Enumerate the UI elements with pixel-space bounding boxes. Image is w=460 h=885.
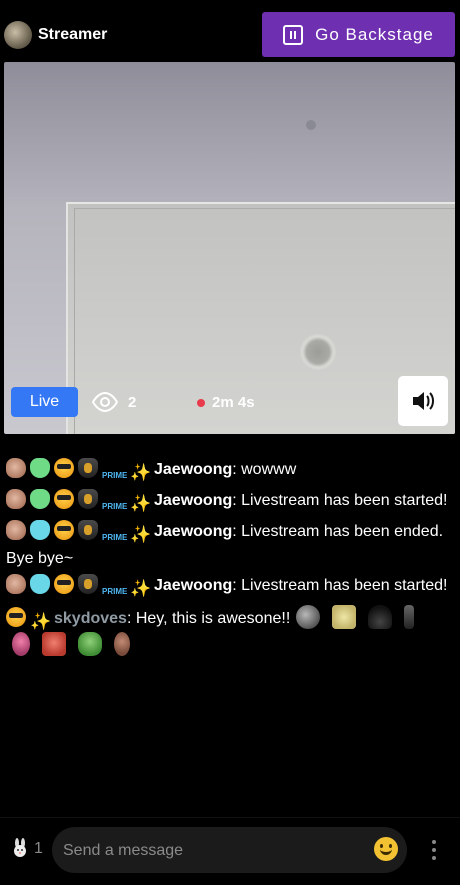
prime-badge-icon: PRIME [102, 502, 128, 511]
cool-face-badge-icon [54, 458, 74, 478]
message-input[interactable] [61, 827, 365, 875]
hand-badge-icon [6, 458, 26, 478]
bunny-icon [14, 838, 26, 857]
chat-username[interactable]: skydoves [54, 610, 127, 627]
hand-badge-icon [6, 574, 26, 594]
viewer-count: 2 [92, 392, 136, 412]
emote-icon [404, 605, 415, 629]
shield-badge-icon [78, 458, 98, 478]
recording-dot-icon [197, 398, 205, 407]
chat-message: ✨ skydoves: Hey, this is awesone!! [6, 605, 456, 657]
prime-badge-icon: PRIME [102, 533, 128, 542]
prime-badge-icon: PRIME [102, 587, 128, 596]
streamer-name: Streamer [38, 26, 108, 43]
emote-icon [78, 632, 102, 656]
speaker-icon [413, 392, 434, 410]
emote-icon [42, 632, 66, 656]
emote-icon [296, 605, 321, 629]
more-icon[interactable] [432, 840, 438, 862]
cat-badge-icon [30, 458, 50, 478]
ceiling-dot [306, 120, 316, 130]
chat-username[interactable]: Jaewoong [154, 577, 232, 594]
cat-badge-icon [30, 520, 50, 540]
streamer-avatar[interactable] [4, 21, 32, 49]
sparkle-badge-icon: ✨ [130, 525, 152, 544]
chat-text: : Hey, this is awesone!! [126, 610, 291, 627]
chat-message: PRIME ✨ Jaewoong: Livestream has been ende… [6, 520, 456, 570]
stream-duration: 2m 4s [197, 394, 255, 411]
header: Streamer Go Backstage [0, 0, 460, 62]
ceiling-sensor [300, 334, 336, 370]
sparkle-badge-icon: ✨ [130, 579, 152, 598]
chat-username[interactable]: Jaewoong [154, 461, 232, 478]
sparkle-badge-icon: ✨ [130, 494, 152, 513]
shield-badge-icon [78, 574, 98, 594]
eye-icon [92, 392, 118, 412]
chat-text: : Livestream has been started! [232, 492, 448, 509]
chat-username[interactable]: Jaewoong [154, 492, 232, 509]
chat-text: : wowww [232, 461, 297, 478]
emote-icon [114, 632, 130, 656]
emote-icon [12, 632, 30, 656]
chat-list: PRIME ✨ Jaewoong: wowww PRIME ✨ Jaewoong: Li… [6, 458, 456, 661]
emote-icon [368, 605, 393, 629]
chat-message: PRIME ✨ Jaewoong: Livestream has been star… [6, 489, 456, 516]
message-input-container [52, 827, 407, 875]
cat-badge-icon [30, 489, 50, 509]
chat-user-count: 1 [34, 840, 43, 857]
prime-badge-icon: PRIME [102, 471, 128, 480]
chat-footer: 1 [0, 817, 460, 885]
smile-icon[interactable] [374, 837, 398, 861]
viewer-count-value: 2 [128, 393, 137, 411]
chat-username[interactable]: Jaewoong [154, 523, 232, 540]
hand-badge-icon [6, 489, 26, 509]
live-badge: Live [11, 387, 78, 417]
duration-value: 2m 4s [212, 394, 255, 411]
shield-badge-icon [78, 520, 98, 540]
hand-badge-icon [6, 520, 26, 540]
pause-icon [283, 24, 304, 45]
cool-face-badge-icon [54, 574, 74, 594]
sparkle-badge-icon: ✨ [130, 463, 152, 482]
chat-text: : Livestream has been started! [232, 577, 448, 594]
sound-button[interactable] [398, 376, 448, 426]
backstage-label: Go Backstage [315, 24, 434, 44]
cool-face-badge-icon [54, 489, 74, 509]
go-backstage-button[interactable]: Go Backstage [262, 12, 455, 57]
video-player[interactable]: Live 2 2m 4s [4, 62, 455, 434]
sparkle-badge-icon: ✨ [30, 612, 52, 631]
chat-message: PRIME ✨ Jaewoong: wowww [6, 458, 456, 485]
shield-badge-icon [78, 489, 98, 509]
chat-message: PRIME ✨ Jaewoong: Livestream has been star… [6, 574, 456, 601]
cool-face-badge-icon [6, 607, 26, 627]
cool-face-badge-icon [54, 520, 74, 540]
emote-icon [332, 605, 357, 629]
cat-badge-icon [30, 574, 50, 594]
